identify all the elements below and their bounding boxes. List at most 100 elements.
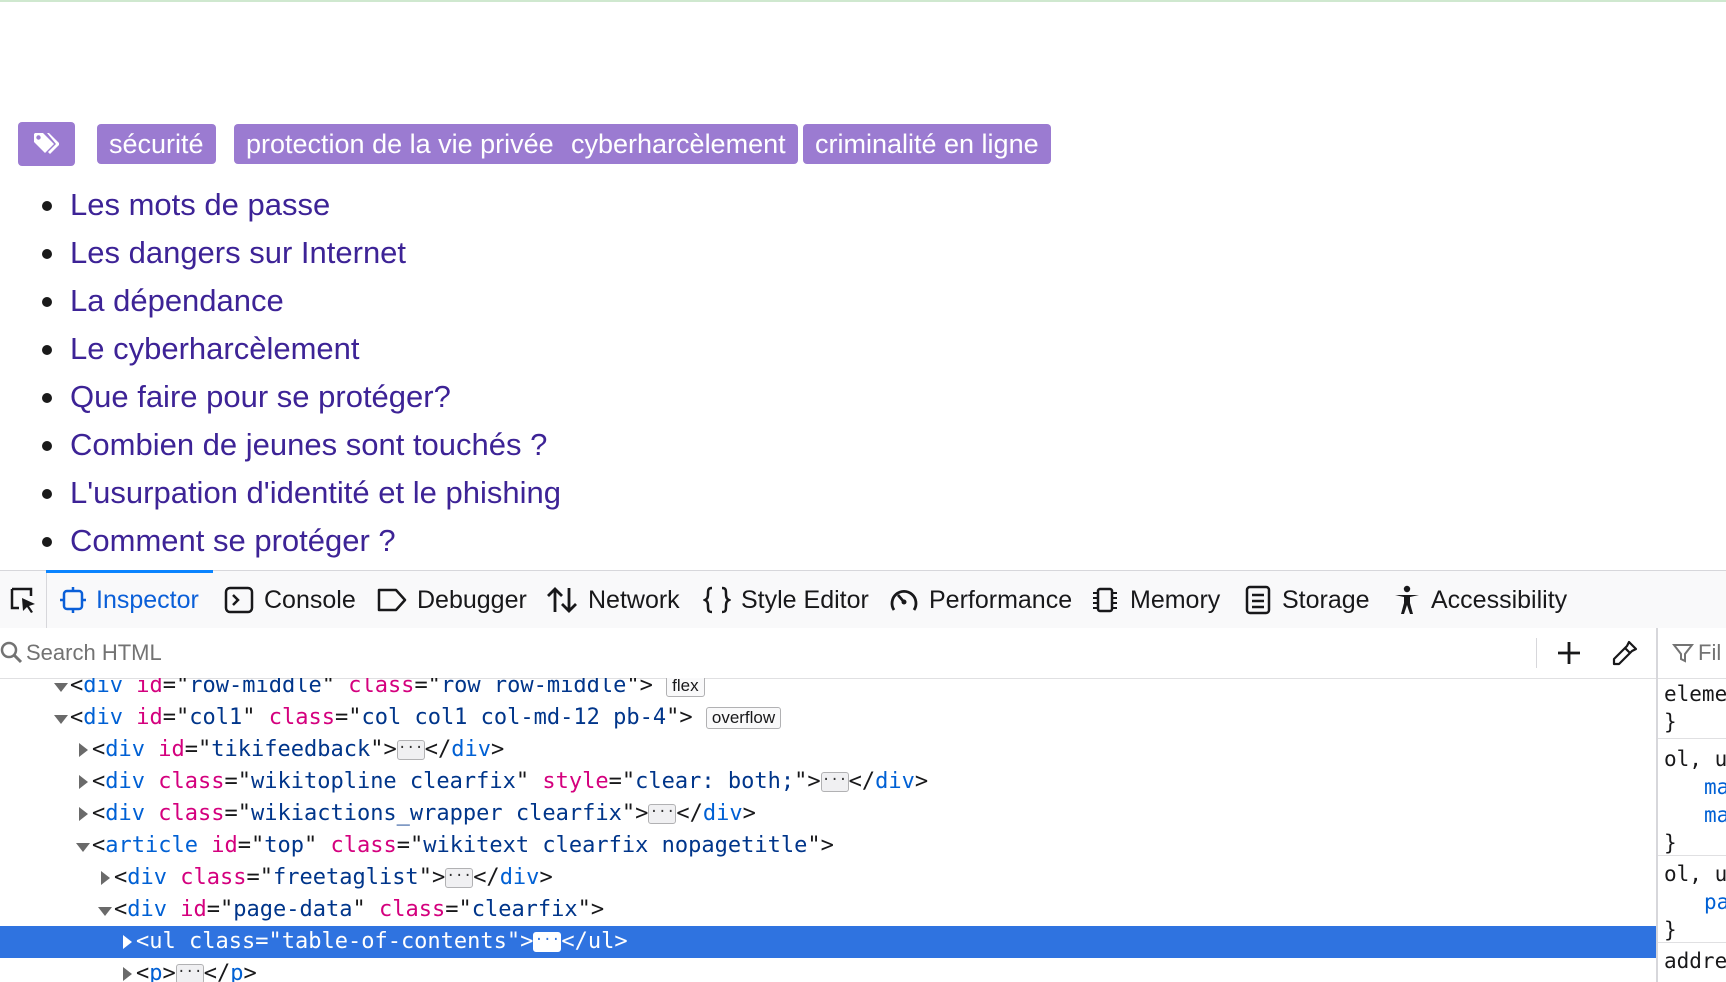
expand-twisty-icon[interactable]	[76, 734, 92, 766]
expand-twisty-icon[interactable]	[98, 862, 114, 894]
attr-quote: ="	[246, 865, 273, 890]
tag-bracket: >	[742, 801, 756, 826]
toc-item[interactable]: La dépendance	[0, 280, 900, 328]
tag-bracket: >	[807, 769, 821, 794]
ellipsis-icon[interactable]: ···	[820, 772, 849, 792]
tab-style-editor[interactable]: Style Editor	[703, 571, 869, 629]
collapse-twisty-icon[interactable]	[54, 702, 70, 734]
tab-console[interactable]: Console	[224, 571, 356, 629]
node-badge[interactable]: flex	[666, 678, 705, 697]
element-picker-button[interactable]	[0, 571, 47, 629]
attr-quote: ="	[414, 678, 441, 698]
toc-item[interactable]: Les dangers sur Internet	[0, 232, 900, 280]
toc-link[interactable]: Comment se protéger ?	[70, 523, 396, 558]
attr-value: clearfix	[471, 897, 578, 922]
tag-bracket: >	[820, 833, 834, 858]
markup-search-bar	[0, 628, 1656, 679]
ellipsis-icon[interactable]: ···	[175, 964, 204, 982]
collapse-twisty-icon[interactable]	[54, 678, 70, 702]
tab-network[interactable]: Network	[546, 571, 680, 629]
add-node-button[interactable]	[1552, 636, 1586, 670]
ellipsis-icon[interactable]: ···	[445, 868, 474, 888]
collapse-twisty-icon[interactable]	[76, 830, 92, 862]
markup-node[interactable]: <div id="row-middle" class="row row-midd…	[0, 678, 1656, 702]
search-html-input[interactable]	[26, 636, 1526, 670]
eyedropper-button[interactable]	[1608, 636, 1642, 670]
css-rule[interactable]: ol, u pa}	[1658, 858, 1726, 943]
bullet-icon	[42, 249, 52, 259]
toc-item[interactable]: Combien de jeunes sont touchés ?	[0, 424, 900, 472]
toc-link[interactable]: Combien de jeunes sont touchés ?	[70, 427, 547, 462]
markup-node[interactable]: <article id="top" class="wikitext clearf…	[0, 830, 1656, 862]
markup-node[interactable]: <div class="freetaglist">···</div>	[0, 862, 1656, 894]
tag-bracket: <	[70, 678, 84, 698]
toc-item[interactable]: Le cyberharcèlement	[0, 328, 900, 376]
node-badge[interactable]: overflow	[705, 707, 782, 729]
tag-name: div	[83, 705, 123, 730]
bullet-icon	[42, 393, 52, 403]
bullet-icon	[42, 345, 52, 355]
css-rule[interactable]: eleme}	[1658, 678, 1726, 739]
expand-twisty-icon[interactable]	[76, 798, 92, 830]
collapse-twisty-icon[interactable]	[98, 894, 114, 926]
attr-quote: "	[242, 705, 256, 730]
ellipsis-icon[interactable]: ···	[533, 932, 562, 952]
toc-link[interactable]: Que faire pour se protéger?	[70, 379, 451, 414]
toc-item[interactable]: Les mots de passe	[0, 184, 900, 232]
toc-item[interactable]: Que faire pour se protéger?	[0, 376, 900, 424]
markup-node[interactable]: <ul class="table-of-contents">···</ul>	[0, 926, 1656, 958]
ellipsis-icon[interactable]: ···	[396, 740, 425, 760]
attr-value: col1	[189, 705, 243, 730]
plus-icon	[1558, 642, 1580, 664]
css-selector: ol, u	[1664, 747, 1726, 771]
toc-item[interactable]: Comment se protéger ?	[0, 520, 900, 568]
markup-node[interactable]: <div class="wikiactions_wrapper clearfix…	[0, 798, 1656, 830]
attr-quote: "	[577, 897, 591, 922]
markup-node[interactable]: <div class="wikitopline clearfix" style=…	[0, 766, 1656, 798]
tab-storage[interactable]: Storage	[1244, 571, 1370, 629]
toc-link[interactable]: Les mots de passe	[70, 187, 330, 222]
bullet-icon	[42, 297, 52, 307]
attr-value: col col1 col-md-12 pb-4	[361, 705, 667, 730]
tab-debugger[interactable]: Debugger	[377, 571, 527, 629]
tag-protection-vie-privee[interactable]: protection de la vie privée	[234, 124, 566, 164]
toc-link[interactable]: La dépendance	[70, 283, 284, 318]
tab-inspector[interactable]: Inspector	[46, 570, 213, 629]
markup-node[interactable]: <div id="page-data" class="clearfix">	[0, 894, 1656, 926]
tag-name: ul	[587, 929, 615, 954]
tag-bracket: </	[424, 737, 452, 762]
rules-filter[interactable]: Fil	[1658, 628, 1726, 679]
network-icon	[547, 587, 577, 613]
tag-bracket: <	[114, 897, 128, 922]
tag-securite[interactable]: sécurité	[97, 124, 216, 164]
markup-node[interactable]: <div id="col1" class="col col1 col-md-12…	[0, 702, 1656, 734]
style-editor-icon	[703, 586, 731, 614]
attr-name: class	[330, 833, 397, 858]
attr-quote: "	[666, 705, 680, 730]
ellipsis-icon[interactable]: ···	[648, 804, 677, 824]
tab-performance[interactable]: Performance	[889, 571, 1072, 629]
expand-twisty-icon[interactable]	[120, 958, 136, 982]
css-rule[interactable]: ol, u ma ma}	[1658, 743, 1726, 856]
toc-link[interactable]: L'usurpation d'identité et le phishing	[70, 475, 561, 510]
tag-name: div	[83, 678, 123, 698]
bullet-icon	[42, 201, 52, 211]
toc-link[interactable]: Le cyberharcèlement	[70, 331, 360, 366]
tab-accessibility[interactable]: Accessibility	[1393, 571, 1567, 629]
markup-node[interactable]: <div id="tikifeedback">···</div>	[0, 734, 1656, 766]
tag-criminalite-en-ligne[interactable]: criminalité en ligne	[803, 124, 1051, 164]
toc-item[interactable]: L'usurpation d'identité et le phishing	[0, 472, 900, 520]
css-rule[interactable]: addre	[1658, 945, 1726, 982]
expand-twisty-icon[interactable]	[120, 926, 136, 958]
tag-bracket: >	[635, 801, 649, 826]
expand-twisty-icon[interactable]	[76, 766, 92, 798]
tag-cyberharcelement[interactable]: cyberharcèlement	[559, 124, 798, 164]
tag-bracket: <	[92, 737, 106, 762]
attr-quote: ="	[445, 897, 472, 922]
toc-link[interactable]: Les dangers sur Internet	[70, 235, 406, 270]
tab-memory[interactable]: Memory	[1090, 571, 1220, 629]
markup-node[interactable]: <p>···</p>	[0, 958, 1656, 982]
